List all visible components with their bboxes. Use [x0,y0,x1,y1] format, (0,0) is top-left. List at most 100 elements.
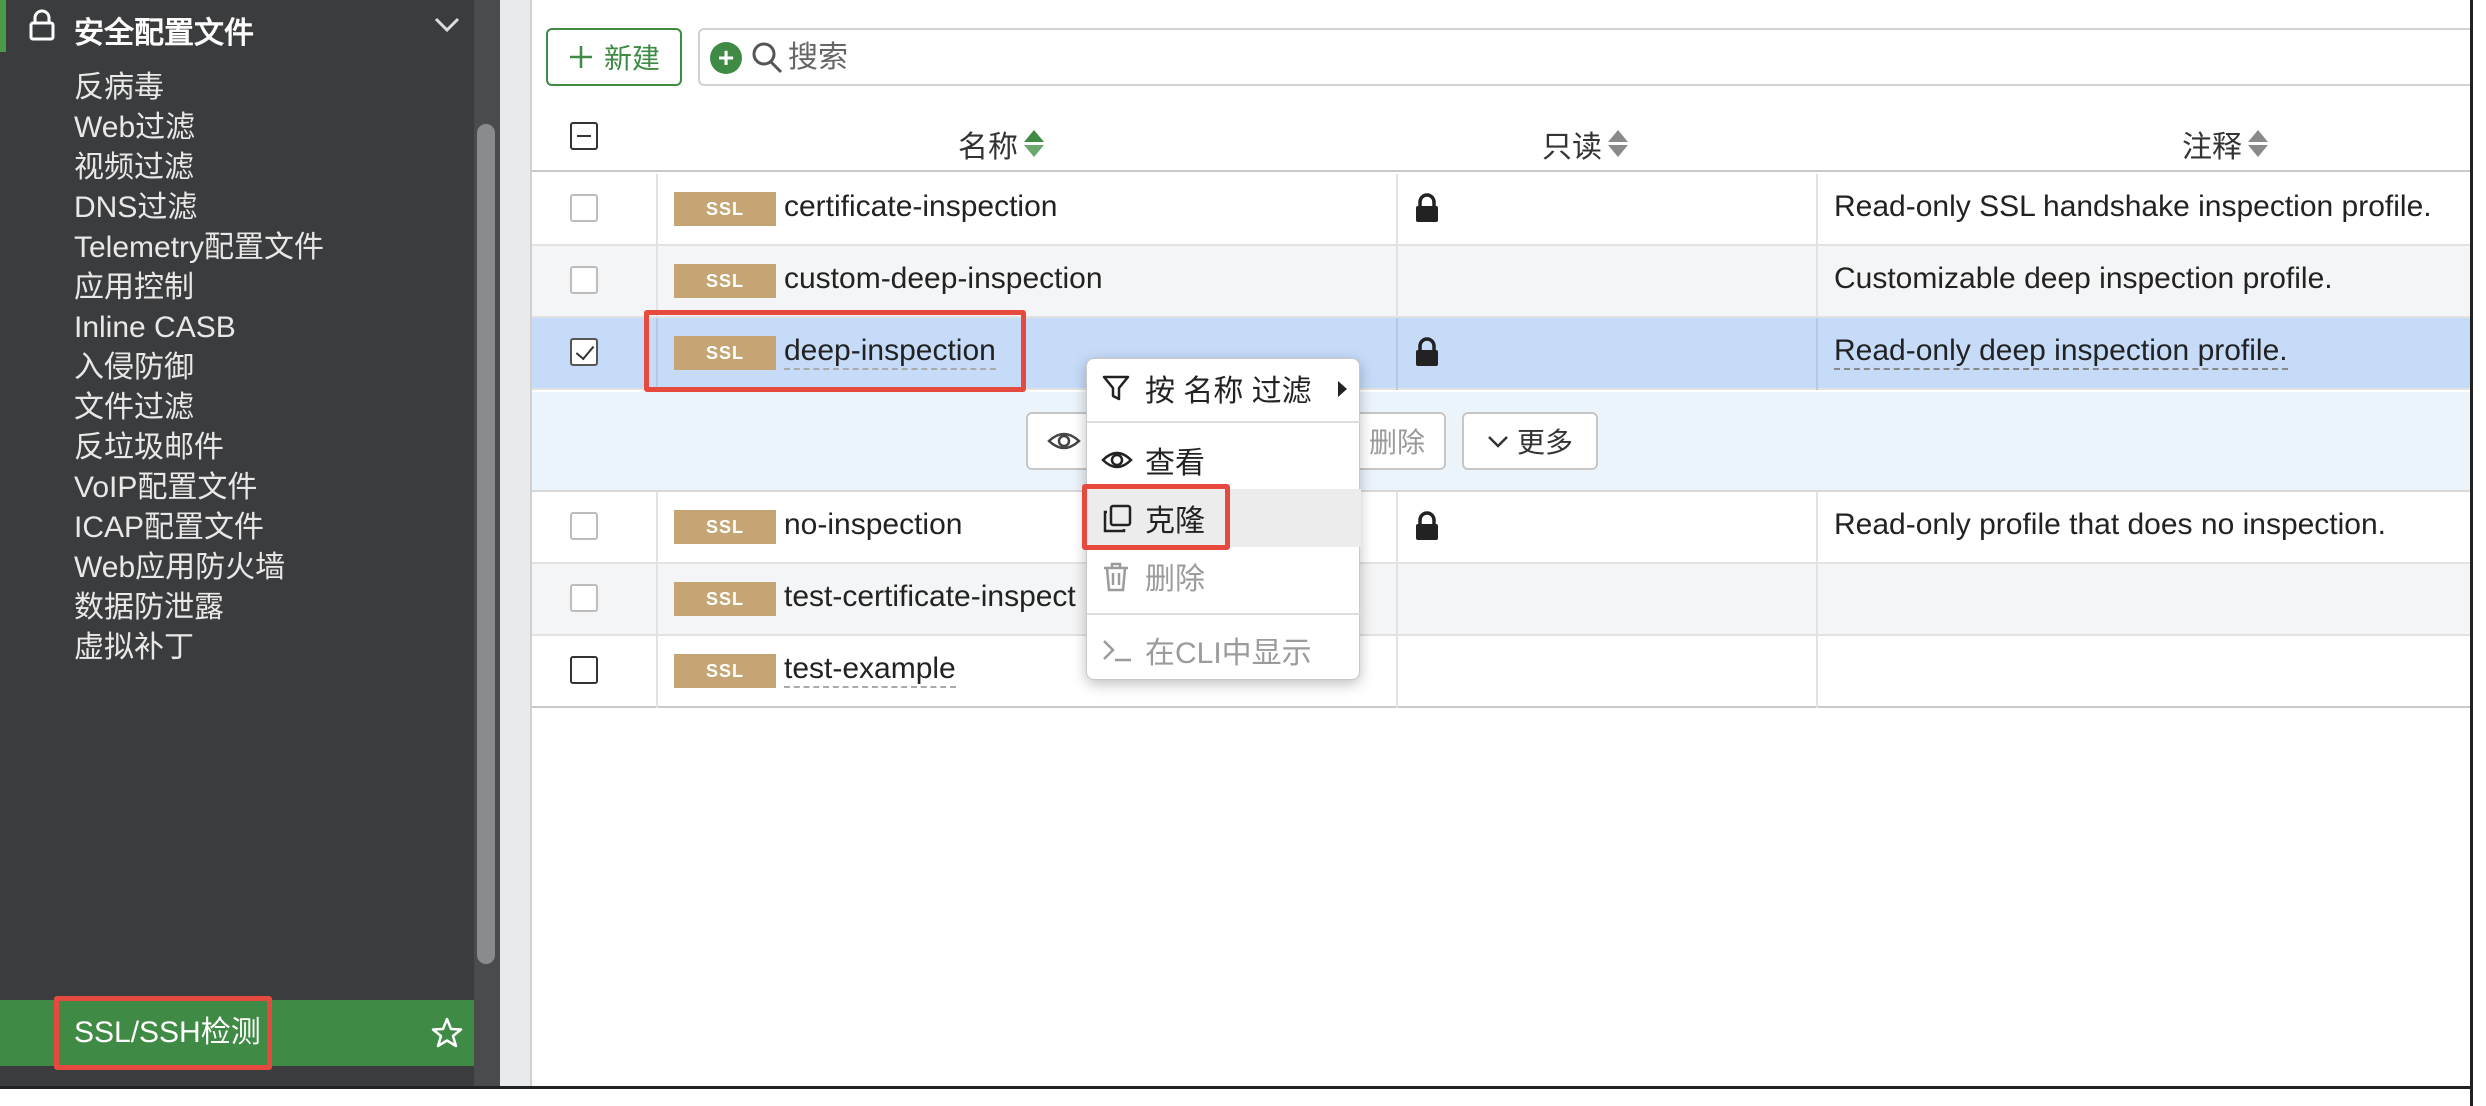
table-row[interactable]: SSL test-certificate-inspect [532,564,2472,636]
column-divider [1396,246,1398,318]
menu-item-label: 在CLI中显示 [1145,637,1312,670]
caret-right-icon [1338,381,1347,397]
bottom-frame [0,1086,2486,1106]
add-filter-icon[interactable]: + [710,42,742,74]
sidebar-item-label: SSL/SSH检测 [74,1016,261,1049]
table-header: 名称 只读 注释 [532,112,2472,172]
ssl-badge: SSL [674,336,776,370]
column-divider [1396,318,1398,390]
table-row[interactable]: SSL certificate-inspection Read-only SSL… [532,174,2472,246]
profile-comment: Read-only profile that does no inspectio… [1834,508,2387,541]
menu-item-clone[interactable]: 克隆 [1087,489,1361,547]
menu-item-delete[interactable]: 删除 [1087,547,1361,605]
new-button[interactable]: 新建 [546,28,682,86]
sidebar: 安全配置文件 反病毒 Web过滤 视频过滤 DNS过滤 Telemetry配置文… [0,0,474,1086]
lock-icon [1416,193,1438,222]
table-row[interactable]: SSL test-example [532,636,2472,708]
column-divider [1396,636,1398,708]
select-all-checkbox[interactable] [570,122,598,150]
frame-shadow-bottom [0,1086,2472,1089]
eye-icon [1047,432,1081,450]
menu-item-view[interactable]: 查看 [1087,431,1361,489]
ssl-badge: SSL [674,264,776,298]
column-divider [1816,636,1818,708]
profile-name[interactable]: custom-deep-inspection [784,262,1103,296]
profile-name[interactable]: test-certificate-inspect [784,580,1076,614]
column-header-readonly[interactable]: 只读 [1542,122,1628,166]
menu-divider [1087,421,1361,423]
menu-item-label: 查看 [1145,447,1205,480]
column-divider [1816,246,1818,318]
column-header-name[interactable]: 名称 [958,122,1044,166]
column-divider [1396,174,1398,246]
column-divider [1396,492,1398,564]
profile-comment: Read-only deep inspection profile. [1834,334,2288,370]
delete-button-label: 删除 [1368,427,1425,458]
menu-item-filter-by-name[interactable]: 按 名称 过滤 [1087,359,1361,417]
search-input[interactable] [788,36,2388,80]
column-header-label: 注释 [2182,131,2242,164]
star-icon[interactable] [430,1016,464,1050]
row-checkbox[interactable] [570,194,598,222]
column-header-label: 名称 [958,131,1018,164]
sort-icon[interactable] [1608,129,1628,159]
profile-comment: Read-only SSL handshake inspection profi… [1834,190,2432,223]
context-menu: 按 名称 过滤 查看 克隆 删除 在CLI中显示 [1086,358,1361,680]
clone-icon [1103,504,1132,533]
lock-icon [1416,511,1438,540]
profile-name[interactable]: no-inspection [784,508,962,542]
row-action-bar: 删除 更多 [532,392,2472,492]
table-row[interactable]: SSL no-inspection Read-only profile that… [532,492,2472,564]
column-divider [656,246,658,318]
plus-icon [569,46,592,68]
profile-name[interactable]: deep-inspection [784,334,996,370]
row-checkbox[interactable] [570,266,598,294]
new-button-label: 新建 [603,43,660,74]
row-checkbox[interactable] [570,512,598,540]
search-icon [752,42,783,74]
menu-item-label: 克隆 [1145,505,1205,538]
frame-shadow-right [2470,0,2486,1106]
sidebar-item-virtual-patch[interactable]: 虚拟补丁 [0,616,474,679]
delete-button[interactable]: 删除 [1350,412,1446,470]
row-checkbox[interactable] [570,338,598,366]
ssl-badge: SSL [674,654,776,688]
row-checkbox[interactable] [570,656,598,684]
section-accent [0,0,6,52]
chevron-down-icon [1488,436,1508,448]
chevron-down-icon[interactable] [432,12,462,36]
column-divider [656,492,658,564]
sort-icon[interactable] [2248,129,2268,159]
sort-icon[interactable] [1024,129,1044,159]
table-empty-area [532,710,2472,1086]
column-divider [656,564,658,636]
menu-item-show-in-cli[interactable]: 在CLI中显示 [1087,621,1361,679]
eye-icon [1101,451,1133,469]
sidebar-section-security-profiles[interactable]: 安全配置文件 [0,0,474,52]
profile-name[interactable]: certificate-inspection [784,190,1057,224]
row-checkbox[interactable] [570,584,598,612]
search-box[interactable]: + [698,28,2486,86]
lock-icon [1416,337,1438,366]
sidebar-scrollbar-thumb[interactable] [477,124,495,964]
column-header-label: 只读 [1542,131,1602,164]
sidebar-section-title: 安全配置文件 [74,17,254,50]
sidebar-item-ssl-ssh-inspection[interactable]: SSL/SSH检测 [0,1000,474,1066]
menu-divider [1087,613,1361,615]
table-row-selected[interactable]: SSL deep-inspection Read-only deep inspe… [532,318,2472,390]
table-row[interactable]: SSL custom-deep-inspection Customizable … [532,246,2472,318]
lock-icon [29,9,55,41]
profile-name[interactable]: test-example [784,652,956,688]
column-divider [1816,318,1818,390]
terminal-icon [1103,640,1131,662]
column-divider [1816,492,1818,564]
trash-icon [1104,562,1128,592]
column-divider [1396,564,1398,636]
more-button[interactable]: 更多 [1462,412,1598,470]
column-divider [656,636,658,708]
menu-item-label: 按 名称 过滤 [1145,375,1312,408]
column-divider [1816,564,1818,636]
ssl-badge: SSL [674,510,776,544]
column-header-comment[interactable]: 注释 [2182,122,2268,166]
column-divider [1816,174,1818,246]
